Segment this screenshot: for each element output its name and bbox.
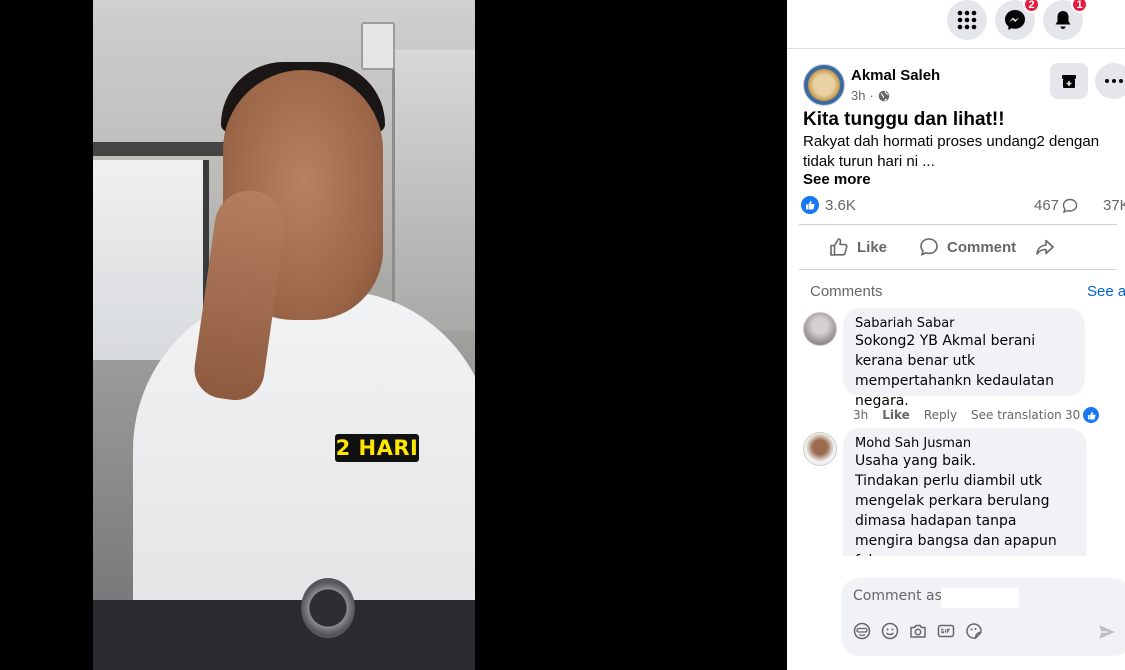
comment-label: Comment — [947, 238, 1017, 256]
like-button[interactable]: Like — [829, 225, 887, 269]
reactions-count[interactable]: 3.6K — [825, 197, 856, 214]
thumbs-up-icon — [1087, 411, 1096, 420]
video-caption: 2 HARI — [335, 434, 419, 462]
menu-button[interactable] — [947, 0, 987, 40]
comment-likes-count: 30 — [1065, 408, 1081, 422]
video-player[interactable]: 2 HARI — [0, 0, 787, 670]
sticker-icon — [966, 623, 982, 639]
send-button[interactable] — [1097, 622, 1117, 642]
composer-tools — [853, 622, 983, 640]
comment-item: Sabariah Sabar Sokong2 YB Akmal berani k… — [803, 308, 1113, 424]
globe-icon — [878, 90, 890, 101]
see-all-comments-link[interactable]: See al — [1087, 283, 1125, 300]
see-translation-link[interactable]: See translation — [971, 408, 1062, 422]
comment-button[interactable]: Comment — [919, 225, 1016, 269]
van-vent — [361, 22, 395, 70]
comment-icon — [920, 238, 938, 256]
comment-bubble: Mohd Sah Jusman Usaha yang baik. Tindaka… — [843, 428, 1087, 556]
archive-icon — [1062, 75, 1076, 88]
messenger-icon — [1005, 10, 1025, 30]
comments-list: Sabariah Sabar Sokong2 YB Akmal berani k… — [787, 304, 1125, 556]
comment-item: Mohd Sah Jusman Usaha yang baik. Tindaka… — [803, 428, 1113, 556]
shares-count[interactable]: 37K — [1103, 197, 1125, 214]
comment-text: Usaha yang baik. Tindakan perlu diambil … — [855, 453, 1057, 556]
shares-count-value: 37K — [1103, 197, 1125, 214]
comment-meta: 3h Like Reply See translation — [853, 408, 1062, 422]
thumbs-up-icon — [806, 201, 815, 210]
comment-time[interactable]: 3h — [853, 408, 868, 422]
post-time-text: 3h — [851, 88, 866, 103]
avatar-sticker-button[interactable] — [853, 622, 871, 640]
comments-header[interactable]: Comments — [810, 283, 883, 300]
van-panel — [392, 50, 475, 330]
wristwatch — [301, 578, 355, 638]
comment-like-link[interactable]: Like — [882, 408, 910, 422]
like-icon — [830, 238, 848, 256]
author-name[interactable]: Akmal Saleh — [851, 67, 940, 84]
redacted-username — [941, 588, 1019, 608]
share-button[interactable] — [1035, 225, 1055, 269]
camera-icon — [910, 624, 926, 638]
post-body: Rakyat dah hormati proses undang2 dengan… — [803, 133, 1100, 170]
top-bar: 2 1 — [787, 0, 1125, 49]
like-label: Like — [857, 238, 888, 256]
emoji-button[interactable] — [881, 622, 899, 640]
post-actions: Like Comment — [799, 224, 1117, 270]
comment-reply-link[interactable]: Reply — [924, 408, 957, 422]
bell-icon — [1055, 11, 1071, 29]
post-time[interactable]: 3h · — [851, 88, 890, 103]
messenger-badge: 2 — [1023, 0, 1040, 13]
comment-text: Sokong2 YB Akmal berani kerana benar utk… — [855, 333, 1054, 409]
comment-input-placeholder[interactable]: Comment as — [853, 588, 942, 604]
sticker-button[interactable] — [965, 622, 983, 640]
post-sidebar: 2 1 Akmal Saleh 3h · Kita tunggu dan lih… — [787, 0, 1125, 670]
photo-button[interactable] — [909, 622, 927, 640]
save-post-button[interactable] — [1050, 63, 1088, 99]
see-more-link[interactable]: See more — [803, 171, 871, 188]
author-avatar[interactable] — [803, 64, 845, 106]
comment-likes[interactable]: 30 — [1065, 406, 1101, 424]
commenter-avatar[interactable] — [803, 312, 837, 346]
notifications-badge: 1 — [1071, 0, 1088, 13]
emoji-icon — [881, 622, 899, 640]
comments-count-value: 467 — [1034, 197, 1060, 214]
post-stats: 3.6K 467 37K — [801, 196, 1125, 216]
share-icon — [1036, 239, 1054, 255]
more-icon — [1105, 79, 1123, 83]
gif-button[interactable] — [937, 622, 955, 640]
gif-icon — [937, 624, 955, 638]
comment-bubble: Sabariah Sabar Sokong2 YB Akmal berani k… — [843, 308, 1085, 409]
more-options-button[interactable] — [1095, 63, 1125, 99]
person-trousers — [93, 600, 475, 670]
like-reaction-icon — [1082, 406, 1101, 424]
commenter-avatar[interactable] — [803, 432, 837, 466]
send-icon — [1099, 625, 1115, 639]
grid-menu-icon — [957, 10, 977, 30]
comment-composer[interactable]: Comment as — [841, 578, 1125, 656]
commenter-name[interactable]: Sabariah Sabar — [855, 316, 1073, 331]
avatar-sticker-icon — [853, 622, 871, 640]
commenter-name[interactable]: Mohd Sah Jusman — [855, 436, 1075, 451]
like-reaction-icon[interactable] — [801, 196, 819, 214]
video-frame[interactable]: 2 HARI — [93, 0, 475, 670]
notifications-button[interactable]: 1 — [1043, 0, 1088, 40]
messenger-button[interactable]: 2 — [995, 0, 1040, 40]
post-title: Kita tunggu dan lihat!! — [803, 109, 1005, 130]
comments-count[interactable]: 467 — [1034, 197, 1078, 214]
comment-bubble-icon — [1062, 198, 1078, 213]
